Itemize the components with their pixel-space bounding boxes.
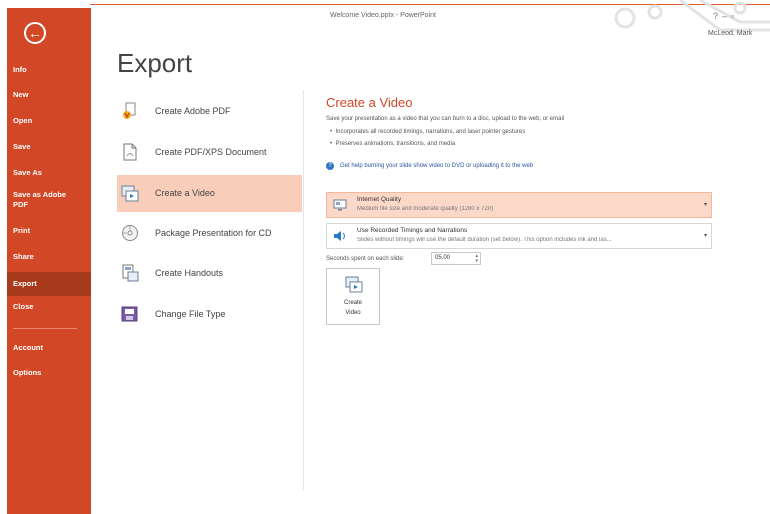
- user-account-name[interactable]: McLeod, Mark: [708, 30, 752, 37]
- panel-description: Save your presentation as a video that y…: [326, 116, 565, 122]
- sidebar-item-open[interactable]: Open: [7, 114, 91, 128]
- window-controls[interactable]: ?–▫: [713, 11, 738, 21]
- minimize-icon[interactable]: –: [722, 11, 731, 21]
- create-button-label: Create: [343, 300, 362, 306]
- monitor-icon: [333, 199, 347, 211]
- quality-title: Internet Quality: [357, 196, 402, 203]
- export-option-label: Create Adobe PDF: [155, 106, 231, 116]
- cd-package-icon: [122, 225, 138, 241]
- quality-dropdown[interactable]: Internet Quality Medium file size and mo…: [326, 192, 712, 218]
- timings-dropdown[interactable]: Use Recorded Timings and Narrations Slid…: [326, 223, 712, 249]
- sidebar-item-save-as-adobe-pdf[interactable]: Save as Adobe PDF: [7, 190, 67, 212]
- back-arrow-icon[interactable]: ←: [24, 22, 46, 44]
- sidebar-item-close[interactable]: Close: [7, 300, 91, 314]
- timings-subtitle: Slides without timings will use the defa…: [357, 237, 612, 243]
- create-button-label: Video: [345, 310, 361, 316]
- export-option-package-cd[interactable]: Package Presentation for CD: [117, 215, 302, 252]
- panel-bullet: • Preserves animations, transitions, and…: [330, 141, 456, 147]
- seconds-value: 05.00: [435, 255, 451, 261]
- export-option-label: Create Handouts: [155, 268, 224, 278]
- page-title: Export: [117, 48, 193, 78]
- sidebar-item-options[interactable]: Options: [7, 366, 91, 380]
- export-option-label: Create a Video: [155, 188, 215, 198]
- seconds-label: Seconds spent on each slide:: [326, 256, 405, 262]
- adobe-pdf-icon: [123, 102, 136, 119]
- export-option-pdf-xps[interactable]: Create PDF/XPS Document: [117, 134, 302, 171]
- handouts-icon: [122, 264, 139, 282]
- export-option-label: Create PDF/XPS Document: [155, 147, 267, 157]
- export-option-create-video[interactable]: Create a Video: [117, 175, 302, 212]
- create-video-icon: [345, 276, 363, 293]
- export-option-change-file-type[interactable]: Change File Type: [117, 296, 302, 333]
- window-title: Welcome Video.pptx - PowerPoint: [330, 12, 436, 19]
- export-option-handouts[interactable]: Create Handouts: [117, 255, 302, 292]
- sidebar-divider: [13, 328, 77, 329]
- sidebar-item-print[interactable]: Print: [7, 224, 91, 238]
- sidebar-item-account[interactable]: Account: [7, 341, 91, 355]
- narration-speaker-icon: [334, 231, 345, 241]
- restore-icon[interactable]: ▫: [731, 11, 738, 21]
- column-divider: [303, 90, 304, 490]
- backstage-sidebar: ← Info New Open Save Save As Save as Ado…: [7, 8, 91, 514]
- help-icon[interactable]: ?: [713, 11, 722, 21]
- export-option-adobe-pdf[interactable]: Create Adobe PDF: [117, 93, 302, 130]
- chevron-down-icon[interactable]: ▾: [704, 201, 707, 208]
- sidebar-item-info[interactable]: Info: [7, 63, 91, 77]
- panel-heading: Create a Video: [326, 95, 413, 110]
- pdf-xps-document-icon: [123, 143, 137, 161]
- seconds-stepper[interactable]: 05.00 ▴ ▾: [431, 252, 481, 265]
- export-option-label: Change File Type: [155, 309, 226, 319]
- quality-subtitle: Medium file size and moderate quality (1…: [357, 206, 494, 212]
- panel-bullet: • Incorporates all recorded timings, nar…: [330, 129, 526, 135]
- export-option-label: Package Presentation for CD: [155, 228, 272, 238]
- help-info-icon: ?: [326, 162, 334, 170]
- sidebar-item-share[interactable]: Share: [7, 250, 91, 264]
- sidebar-item-save-as[interactable]: Save As: [7, 166, 91, 180]
- timings-title: Use Recorded Timings and Narrations: [357, 227, 468, 234]
- sidebar-item-new[interactable]: New: [7, 88, 91, 102]
- create-video-icon: [121, 185, 139, 202]
- sidebar-item-save[interactable]: Save: [7, 140, 91, 154]
- sidebar-item-export[interactable]: Export: [7, 272, 91, 296]
- spin-arrows-icon[interactable]: ▴ ▾: [475, 254, 478, 264]
- create-video-button[interactable]: Create Video: [326, 268, 380, 325]
- change-file-type-icon: [121, 306, 138, 322]
- chevron-down-icon[interactable]: ▾: [704, 232, 707, 239]
- help-link[interactable]: ? Get help burning your slide show video …: [326, 162, 533, 170]
